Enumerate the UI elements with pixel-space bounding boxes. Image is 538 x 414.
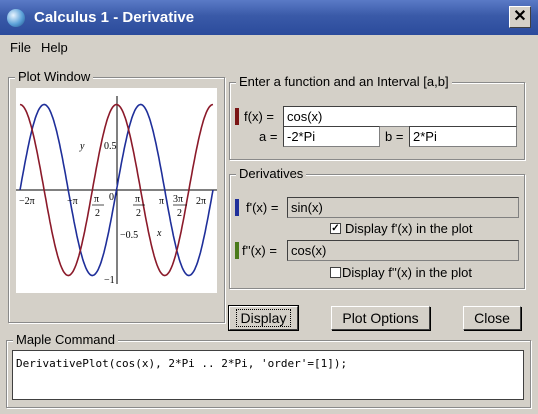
app-icon bbox=[7, 9, 25, 27]
second-derivative-checkbox[interactable] bbox=[330, 267, 341, 278]
x-tick-half-pi-den: 2 bbox=[136, 208, 141, 219]
function-group-legend: Enter a function and an Interval [a,b] bbox=[236, 74, 452, 89]
x-tick-3pi2-den: 2 bbox=[177, 208, 182, 219]
x-tick-zero: 0 bbox=[109, 192, 114, 203]
menu-file[interactable]: File bbox=[10, 40, 31, 55]
a-input[interactable]: -2*Pi bbox=[283, 126, 380, 147]
f-color-indicator bbox=[235, 108, 239, 125]
first-derivative-output: sin(x) bbox=[287, 197, 519, 218]
y-tick-neg-0.5: −0.5 bbox=[120, 230, 138, 241]
plot-options-button[interactable]: Plot Options bbox=[331, 306, 430, 330]
second-derivative-checkbox-label[interactable]: Display f''(x) in the plot bbox=[342, 265, 472, 280]
x-tick-neg-pi: −π bbox=[67, 196, 78, 207]
x-tick-3pi2-num: 3π bbox=[173, 194, 183, 205]
x-tick-neg-half-pi-den: 2 bbox=[95, 208, 100, 219]
window-title: Calculus 1 - Derivative bbox=[34, 9, 195, 26]
x-tick-neg-2pi: −2π bbox=[19, 196, 35, 207]
plot-svg: −2π −π π 2 0 π 2 π 3π 2 2π 0.5 −0.5 −1 y… bbox=[16, 96, 217, 286]
b-label: b = bbox=[385, 129, 404, 144]
maple-command-legend: Maple Command bbox=[13, 332, 118, 347]
plot-window-legend: Plot Window bbox=[15, 69, 94, 84]
f-label: f(x) = bbox=[244, 109, 274, 124]
menu-bar: File Help bbox=[0, 36, 538, 58]
close-window-button[interactable]: ✕ bbox=[509, 6, 531, 28]
display-button-label: Display bbox=[235, 309, 292, 327]
maple-command-text[interactable]: DerivativePlot(cos(x), 2*Pi .. 2*Pi, 'or… bbox=[12, 350, 524, 400]
f-input[interactable]: cos(x) bbox=[283, 106, 517, 127]
first-derivative-color-indicator bbox=[235, 199, 239, 216]
first-derivative-checkbox-label[interactable]: Display f'(x) in the plot bbox=[345, 221, 472, 236]
y-axis-label: y bbox=[79, 141, 85, 152]
x-tick-half-pi-num: π bbox=[135, 194, 140, 205]
a-label: a = bbox=[259, 129, 278, 144]
y-tick-neg-1: −1 bbox=[104, 275, 115, 286]
x-tick-pi: π bbox=[159, 196, 164, 207]
derivatives-legend: Derivatives bbox=[236, 166, 307, 181]
b-input[interactable]: 2*Pi bbox=[409, 126, 517, 147]
close-button[interactable]: Close bbox=[463, 306, 521, 330]
first-derivative-checkbox[interactable]: ✓ bbox=[330, 223, 341, 234]
x-axis-label: x bbox=[156, 228, 162, 239]
y-tick-0.5: 0.5 bbox=[104, 141, 117, 152]
menu-help[interactable]: Help bbox=[41, 40, 68, 55]
x-tick-neg-half-pi-num: π bbox=[94, 194, 99, 205]
second-derivative-color-indicator bbox=[235, 242, 239, 259]
plot-canvas: −2π −π π 2 0 π 2 π 3π 2 2π 0.5 −0.5 −1 y… bbox=[16, 88, 217, 293]
second-derivative-label: f''(x) = bbox=[242, 243, 277, 258]
second-derivative-output: cos(x) bbox=[287, 240, 519, 261]
first-derivative-label: f'(x) = bbox=[246, 200, 279, 215]
x-tick-2pi: 2π bbox=[196, 196, 206, 207]
display-button[interactable]: Display bbox=[228, 305, 299, 331]
title-bar: Calculus 1 - Derivative ✕ bbox=[0, 0, 538, 35]
